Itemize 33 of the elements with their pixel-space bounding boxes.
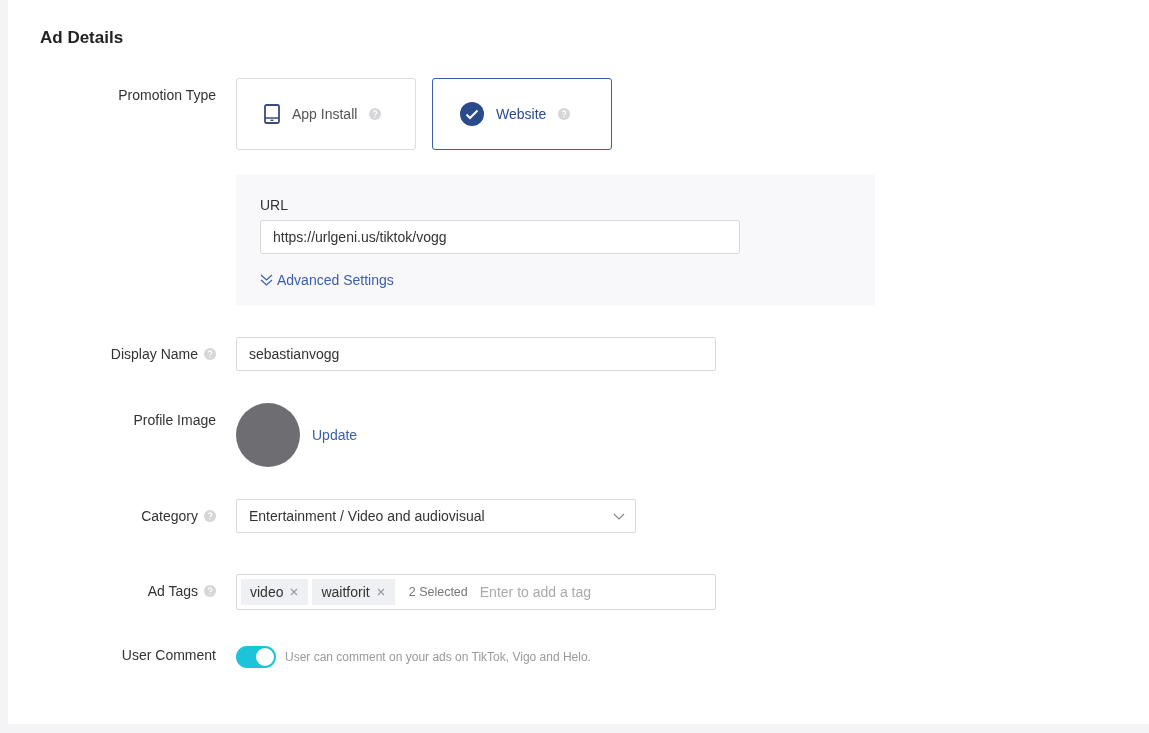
chevron-down-icon <box>613 512 625 520</box>
field-label: URL <box>260 197 289 213</box>
close-icon[interactable] <box>376 588 385 596</box>
field-label: Promotion Type <box>118 87 216 103</box>
field-label: Ad Tags <box>147 583 198 599</box>
update-link[interactable]: Update <box>312 427 358 443</box>
help-icon[interactable] <box>204 510 216 522</box>
help-icon[interactable] <box>558 108 571 120</box>
field-label: Profile Image <box>133 412 216 428</box>
field-label: Display Name <box>110 346 198 362</box>
advanced-settings-link[interactable]: Advanced Settings <box>260 272 394 288</box>
category-select[interactable]: Entertainment / Video and audiovisual <box>236 499 636 533</box>
toggle-hint: User can comment on your ads on TikTok, Vigo and Helo. <box>285 650 591 664</box>
toggle-switch[interactable] <box>236 646 276 668</box>
tag-label: waitforit <box>321 584 370 600</box>
tag-placeholder: Enter to add a tag <box>479 584 592 600</box>
field-label: Category <box>141 508 198 524</box>
tag-input-field[interactable]: video waitforit 2 Selected Enter to add a tag <box>236 574 716 610</box>
close-icon[interactable] <box>290 588 299 596</box>
selected-count: 2 Selected <box>408 585 468 599</box>
help-icon[interactable] <box>369 108 382 120</box>
check-icon <box>460 102 484 126</box>
field-label: User Comment <box>121 647 216 663</box>
promotion-option[interactable]: Website <box>432 78 612 150</box>
help-icon[interactable] <box>204 348 216 360</box>
display-name-field[interactable]: sebastianvogg <box>236 337 716 371</box>
url-field[interactable]: https://urlgeni.us/tiktok/vogg <box>260 220 740 254</box>
double-chevron-icon <box>260 274 273 286</box>
tablet-icon <box>264 104 280 124</box>
section-title: Ad Details <box>40 28 125 48</box>
tag-label: video <box>250 584 284 600</box>
help-icon[interactable] <box>204 585 216 597</box>
promotion-option[interactable]: App Install <box>236 78 416 150</box>
